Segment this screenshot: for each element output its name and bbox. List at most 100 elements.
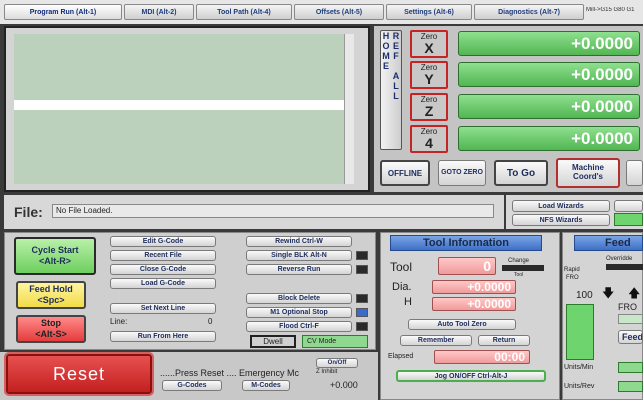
- feed-button[interactable]: Feed: [618, 330, 643, 344]
- ref-all-home-label: REF ALL HOME: [381, 31, 401, 101]
- fro-value: 100: [576, 290, 593, 301]
- file-label: File:: [14, 204, 43, 220]
- rewind-button[interactable]: Rewind Ctrl-W: [246, 236, 352, 247]
- tool-number-dro[interactable]: 0: [438, 257, 496, 275]
- elapsed-label: Elapsed: [388, 353, 414, 360]
- tool-dia-dro[interactable]: +0.0000: [432, 280, 516, 294]
- zero-y-axis: Y: [424, 71, 434, 87]
- flood-led: [356, 322, 368, 331]
- units-rev-label: Units/Rev: [564, 383, 595, 390]
- cv-mode-indicator: CV Mode: [302, 335, 368, 348]
- units-min-dro: [618, 362, 643, 373]
- rapid-slider[interactable]: [566, 304, 594, 360]
- block-delete-button[interactable]: Block Delete: [246, 293, 352, 304]
- dro-4[interactable]: +0.0000: [458, 126, 640, 151]
- tool-h-dro[interactable]: +0.0000: [432, 297, 516, 311]
- file-name-field: No File Loaded.: [52, 204, 494, 218]
- zero-4-button[interactable]: Zero 4: [410, 125, 448, 153]
- fro-dro[interactable]: [618, 314, 643, 324]
- recent-file-button[interactable]: Recent File: [110, 250, 216, 261]
- h-label: H: [404, 296, 412, 308]
- m1-optional-stop-button[interactable]: M1 Optional Stop: [246, 307, 352, 318]
- rapid-label: Rapid: [564, 267, 580, 273]
- stop-button[interactable]: Stop <Alt-S>: [16, 315, 86, 343]
- auto-tool-zero-button[interactable]: Auto Tool Zero: [408, 319, 516, 330]
- flood-button[interactable]: Flood Ctrl-F: [246, 321, 352, 332]
- wizard-green-indicator: [614, 213, 643, 226]
- tool-sub-label: Tool: [514, 272, 524, 278]
- mcodes-button[interactable]: M-Codes: [242, 380, 290, 391]
- load-wizards-button[interactable]: Load Wizards: [512, 200, 610, 212]
- tool-change-led: [502, 265, 544, 271]
- dro-x[interactable]: +0.0000: [458, 31, 640, 56]
- gcodes-button[interactable]: G-Codes: [162, 380, 222, 391]
- tool-label: Tool: [390, 260, 413, 274]
- feed-hold-button[interactable]: Feed Hold <Spc>: [16, 281, 86, 309]
- tool-info-title: Tool Information: [390, 235, 542, 251]
- feed-hold-line2: <Spc>: [37, 295, 65, 305]
- z-inhibit-label: Z Inhibit: [316, 369, 338, 375]
- overridden-led: [606, 264, 643, 270]
- stop-line1: Stop: [41, 318, 61, 329]
- goto-zero-button[interactable]: GOTO ZERO: [438, 160, 486, 186]
- gcode-scrollbar[interactable]: [344, 34, 354, 184]
- tab-program-run[interactable]: Program Run (Alt-1): [4, 4, 122, 20]
- return-button[interactable]: Return: [478, 335, 530, 346]
- set-next-line-button[interactable]: Set Next Line: [110, 303, 216, 314]
- zero-x-axis: X: [424, 40, 434, 56]
- modal-status: Mill->G15 G80 G1: [586, 7, 635, 13]
- edit-gcode-button[interactable]: Edit G-Code: [110, 236, 216, 247]
- cycle-start-line2: <Alt-R>: [38, 256, 71, 266]
- units-rev-dro: [618, 381, 643, 392]
- tab-settings[interactable]: Settings (Alt-6): [386, 4, 472, 20]
- ref-all-home-button[interactable]: REF ALL HOME: [380, 30, 402, 150]
- overridden-label: Overridde: [606, 256, 633, 262]
- close-gcode-button[interactable]: Close G-Code: [110, 264, 216, 275]
- zero-y-button[interactable]: Zero Y: [410, 61, 448, 89]
- onoff-button[interactable]: On/Off: [316, 358, 358, 368]
- offline-button[interactable]: OFFLINE: [380, 160, 430, 186]
- line-label: Line:: [110, 317, 128, 326]
- dro-z[interactable]: +0.0000: [458, 94, 640, 119]
- dia-label: Dia.: [392, 281, 412, 293]
- feed-hold-line1: Feed Hold: [29, 284, 73, 295]
- dro-y[interactable]: +0.0000: [458, 62, 640, 87]
- tab-mdi[interactable]: MDI (Alt-2): [124, 4, 194, 20]
- reverse-run-button[interactable]: Reverse Run: [246, 264, 352, 275]
- reverse-run-led: [356, 265, 368, 274]
- units-min-label: Units/Min: [564, 364, 594, 371]
- tab-tool-path[interactable]: Tool Path (Alt-4): [196, 4, 292, 20]
- arrow-down-icon[interactable]: 🡇: [602, 284, 614, 305]
- cycle-start-line1: Cycle Start: [31, 245, 79, 256]
- wizard-side-button[interactable]: [614, 200, 643, 212]
- reset-button[interactable]: Reset: [4, 352, 154, 396]
- status-marquee: ......Press Reset .... Emergency Mc: [160, 368, 300, 378]
- block-delete-led: [356, 294, 368, 303]
- single-block-button[interactable]: Single BLK Alt-N: [246, 250, 352, 261]
- to-go-button[interactable]: To Go: [494, 160, 548, 186]
- run-from-here-button[interactable]: Run From Here: [110, 331, 216, 342]
- nfs-wizards-button[interactable]: NFS Wizards: [512, 214, 610, 226]
- jog-onoff-button[interactable]: Jog ON/OFF Ctrl-Alt-J: [396, 370, 546, 382]
- zero-4-axis: 4: [425, 135, 433, 151]
- zero-z-axis: Z: [424, 103, 434, 119]
- z-inhibit-value: +0.000: [330, 380, 358, 390]
- tab-offsets[interactable]: Offsets (Alt-5): [294, 4, 384, 20]
- cycle-start-button[interactable]: Cycle Start <Alt-R>: [14, 237, 96, 275]
- zero-z-button[interactable]: Zero Z: [410, 93, 448, 121]
- dwell-indicator: Dwell: [250, 335, 296, 348]
- change-label: Change: [508, 258, 530, 264]
- m1-optional-stop-led: [356, 308, 368, 317]
- tab-diagnostics[interactable]: Diagnostics (Alt-7): [474, 4, 584, 20]
- remember-button[interactable]: Remember: [400, 335, 472, 346]
- dro-extra-button[interactable]: [626, 160, 643, 186]
- rapid-fro-label: FRO: [566, 275, 579, 281]
- load-gcode-button[interactable]: Load G-Code: [110, 278, 216, 289]
- zero-x-button[interactable]: Zero X: [410, 30, 448, 58]
- single-block-led: [356, 251, 368, 260]
- stop-line2: <Alt-S>: [35, 329, 67, 339]
- elapsed-dro: 00:00: [434, 350, 530, 364]
- fro-big-label: FRO: [618, 302, 637, 312]
- feed-title: Feed: [574, 235, 643, 251]
- machine-coords-button[interactable]: Machine Coord's: [556, 158, 620, 188]
